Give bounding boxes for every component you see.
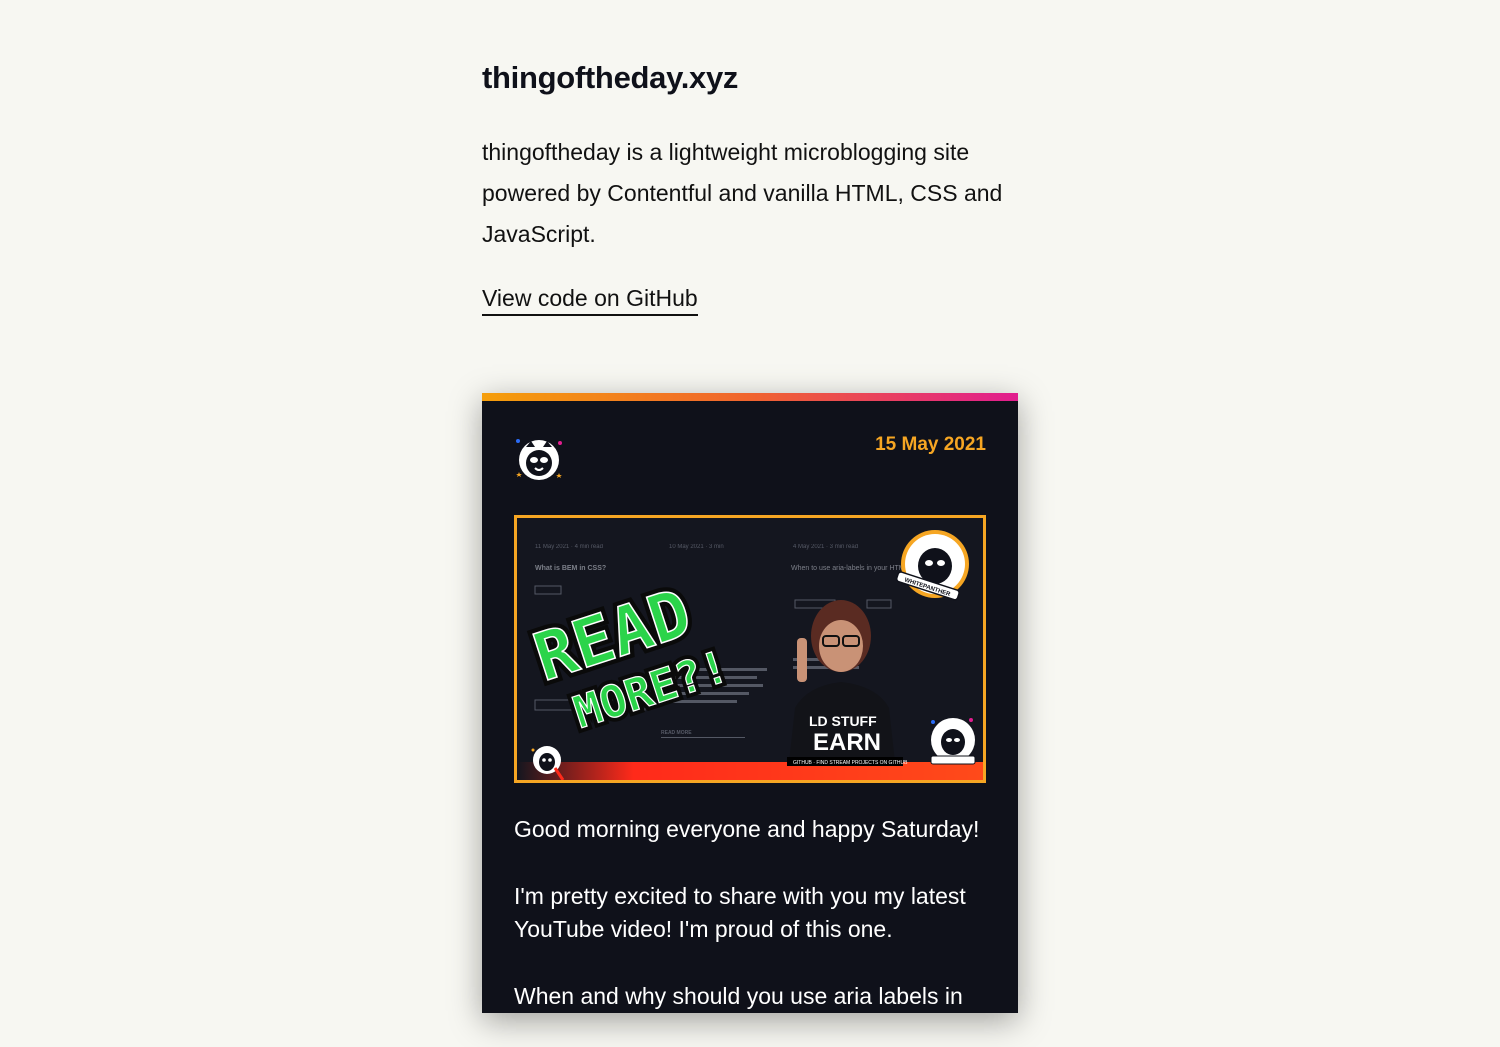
shirt-text-2: EARN (813, 729, 881, 756)
thumbnail-art: 11 May 2021 · 4 min read What is BEM in … (517, 518, 983, 780)
bg-meta-3: 4 May 2021 · 3 min read (793, 544, 858, 550)
post-paragraph: When and why should you use aria labels … (514, 983, 963, 1009)
video-thumbnail[interactable]: 11 May 2021 · 4 min read What is BEM in … (514, 515, 986, 783)
post-date: 15 May 2021 (875, 434, 986, 455)
bg-title-1: What is BEM in CSS? (535, 565, 606, 572)
site-title: thingoftheday.xyz (482, 60, 739, 95)
bg-title-3: When to use aria-labels in your HTML (791, 565, 909, 572)
post-body: Good morning everyone and happy Saturday… (514, 813, 984, 1047)
bg-meta-1: 11 May 2021 · 4 min read (535, 544, 603, 550)
card-gradient-bar (482, 393, 1018, 401)
site-description: thingoftheday is a lightweight microblog… (482, 139, 1003, 247)
bg-read-more: READ MORE (661, 730, 692, 736)
banner-text: GITHUB · FIND STREAM PROJECTS ON GITHUB (793, 760, 908, 766)
bg-meta-2: 10 May 2021 · 3 min (669, 544, 724, 550)
panther-badge-bottom (930, 718, 976, 765)
github-link[interactable]: View code on GitHub (482, 284, 698, 316)
post-paragraph: Good morning everyone and happy Saturday… (514, 816, 980, 842)
post-card: 15 May 2021 11 May 2021 · 4 min read Wha… (482, 393, 1018, 1013)
panther-icon (514, 433, 564, 485)
shirt-text-1: LD STUFF (809, 713, 877, 729)
post-paragraph: I'm pretty excited to share with you my … (514, 883, 966, 942)
